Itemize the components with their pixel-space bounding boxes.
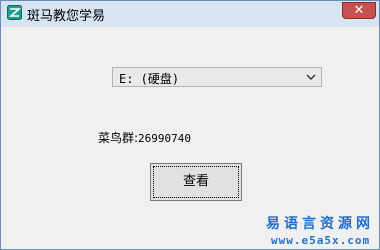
group-number: 26990740 bbox=[138, 132, 192, 145]
client-area: E: (硬盘) 菜鸟群:26990740 查看 bbox=[8, 27, 372, 241]
watermark-site-name: 易语言资源网 bbox=[266, 216, 374, 232]
chevron-down-icon[interactable] bbox=[305, 72, 317, 82]
title-bar[interactable]: 斑马教您学易 ✕ bbox=[1, 1, 379, 27]
watermark-url: www.e5a5x.com bbox=[271, 234, 371, 247]
app-window: 斑马教您学易 ✕ E: (硬盘) 菜鸟群:26990740 查看 易语言资源网 … bbox=[0, 0, 380, 250]
window-title: 斑马教您学易 bbox=[27, 9, 106, 24]
group-label-prefix: 菜鸟群: bbox=[98, 131, 139, 145]
drive-select-value: E: (硬盘) bbox=[119, 72, 180, 86]
view-button[interactable]: 查看 bbox=[150, 163, 242, 201]
close-button[interactable]: ✕ bbox=[342, 2, 376, 19]
app-icon bbox=[7, 5, 22, 20]
focus-rectangle bbox=[153, 166, 239, 198]
close-icon: ✕ bbox=[353, 3, 365, 18]
group-label: 菜鸟群:26990740 bbox=[98, 129, 191, 146]
drive-select[interactable]: E: (硬盘) bbox=[112, 67, 322, 87]
